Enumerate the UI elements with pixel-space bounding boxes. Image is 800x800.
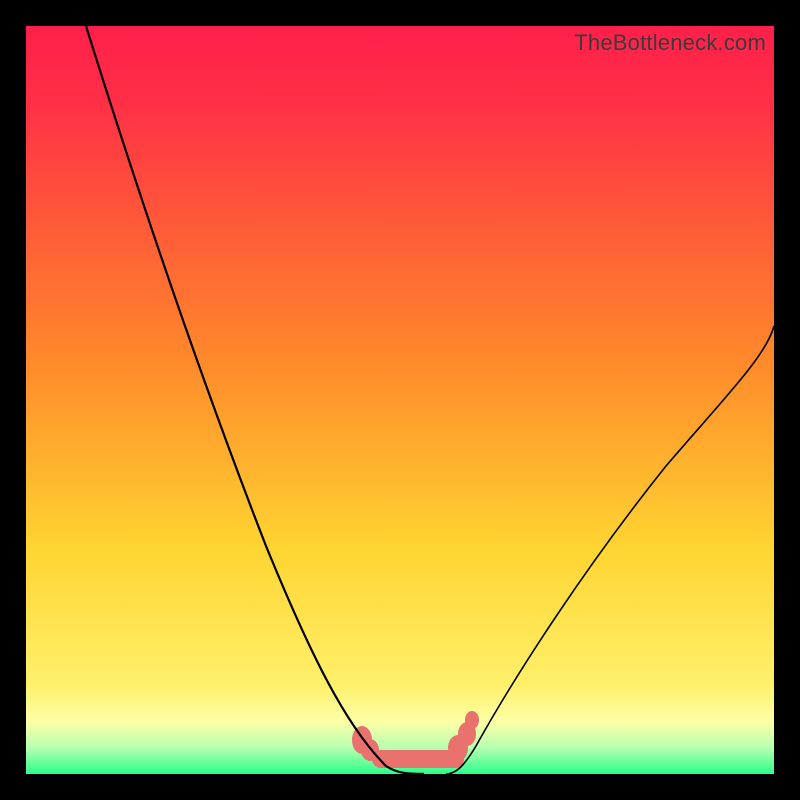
left-curve [86,26,424,774]
right-curve [446,326,774,774]
plot-area: TheBottleneck.com [26,26,774,774]
chart-svg [26,26,774,774]
outer-frame: TheBottleneck.com [0,0,800,800]
bottleneck-highlight [352,711,479,768]
